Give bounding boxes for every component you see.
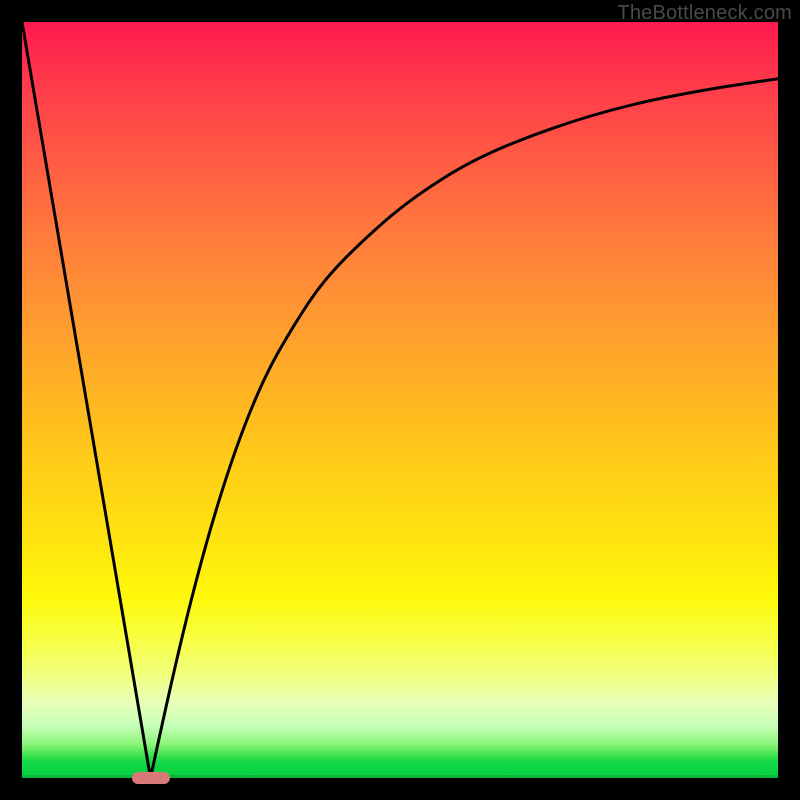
vertex-marker bbox=[132, 772, 170, 784]
chart-frame: TheBottleneck.com bbox=[0, 0, 800, 800]
watermark-text: TheBottleneck.com bbox=[617, 2, 792, 25]
right-branch-line bbox=[151, 79, 778, 778]
chart-curves bbox=[22, 22, 778, 778]
left-branch-line bbox=[22, 22, 151, 778]
